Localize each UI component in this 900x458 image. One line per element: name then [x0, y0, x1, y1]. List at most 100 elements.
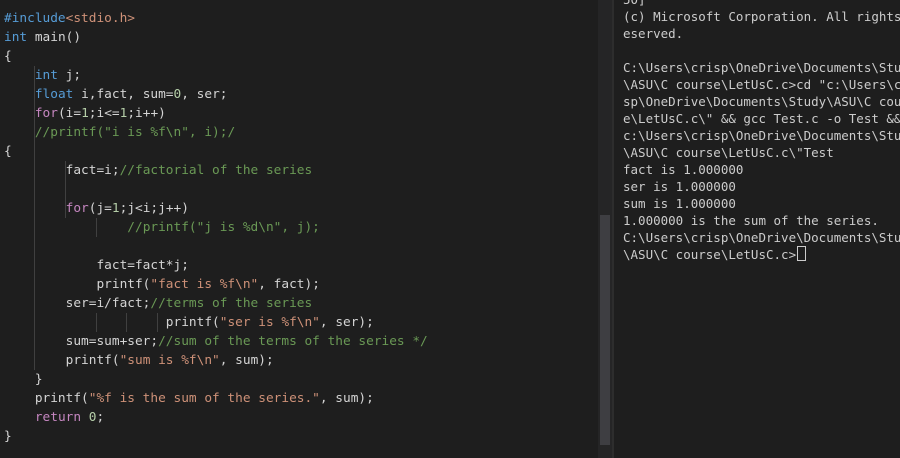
- terminal-line: C:\Users\crisp\OneDrive\Documents\Study: [623, 59, 900, 76]
- terminal-line-text: (c) Microsoft Corporation. All rights r: [623, 9, 900, 24]
- code-token: fact=i;: [4, 163, 120, 178]
- code-line: fact=i;//factorial of the series: [4, 161, 313, 180]
- code-token: main(): [27, 30, 82, 45]
- code-token: 0: [88, 410, 97, 425]
- code-token: , fact);: [258, 277, 320, 292]
- editor-scrollbar-thumb[interactable]: [600, 215, 610, 445]
- code-token: int: [4, 30, 28, 45]
- terminal-line-text: C:\Users\crisp\OneDrive\Documents\Study: [623, 60, 900, 75]
- terminal-line-text: eserved.: [623, 26, 684, 41]
- terminal-line-text: sum is 1.000000: [623, 196, 736, 211]
- terminal-line-text: \ASU\C course\LetUsC.c\"Test: [623, 145, 834, 160]
- terminal-line: fact is 1.000000: [623, 161, 743, 178]
- terminal-line-text: c:\Users\crisp\OneDrive\Documents\Study: [623, 128, 900, 143]
- terminal-line: C:\Users\crisp\OneDrive\Documents\Study: [623, 229, 900, 246]
- terminal-line: c:\Users\crisp\OneDrive\Documents\Study: [623, 127, 900, 144]
- code-line: ser=i/fact;//terms of the series: [4, 294, 313, 313]
- code-token: , ser;: [181, 87, 228, 102]
- code-line: printf("ser is %f\n", ser);: [4, 313, 374, 332]
- code-token: printf(: [4, 353, 120, 368]
- terminal-cursor: [797, 246, 807, 261]
- code-token: , ser);: [319, 315, 374, 330]
- terminal-line: \ASU\C course\LetUsC.c\"Test: [623, 144, 834, 161]
- code-line: for(i=1;i<=1;i++): [4, 104, 166, 123]
- code-token: ;: [96, 410, 105, 425]
- code-line: int j;: [4, 66, 81, 85]
- terminal-line-text: 50]: [623, 0, 646, 7]
- terminal-line: sp\OneDrive\Documents\Study\ASU\C cours: [623, 93, 900, 110]
- code-token: sum=sum+ser;: [4, 334, 159, 349]
- code-token: ;i++): [127, 106, 166, 121]
- code-token: "ser is %f\n": [219, 315, 320, 330]
- code-token: int: [34, 68, 58, 83]
- code-token: (i=: [57, 106, 82, 121]
- code-line: printf("sum is %f\n", sum);: [4, 351, 274, 370]
- terminal-line-text: 1.000000 is the sum of the series.: [623, 213, 879, 228]
- code-token: }: [4, 429, 12, 444]
- code-line: fact=fact*j;: [4, 256, 189, 275]
- code-token: //terms of the series: [150, 296, 313, 311]
- code-token: <stdio.h>: [65, 11, 135, 26]
- editor-scrollbar[interactable]: [598, 0, 612, 458]
- code-token: for: [65, 201, 89, 216]
- code-token: , sum);: [219, 353, 274, 368]
- code-token: #include: [4, 11, 66, 26]
- terminal-line-text: e\LetUsC.c\" && gcc Test.c -o Test && ": [623, 111, 900, 126]
- code-token: "%f is the sum of the series.": [88, 391, 320, 406]
- code-token: 1: [111, 201, 120, 216]
- code-token: i,fact, sum=: [73, 87, 174, 102]
- terminal-line: 50]: [623, 0, 646, 8]
- code-token: fact=fact*j;: [4, 258, 189, 273]
- code-token: //printf("j is %d\n", j);: [127, 220, 320, 235]
- code-line: for(j=1;j<i;j++): [4, 199, 189, 218]
- code-line: float i,fact, sum=0, ser;: [4, 85, 228, 104]
- terminal-line: \ASU\C course\LetUsC.c>: [623, 246, 807, 263]
- code-token: printf(: [4, 315, 220, 330]
- code-token: j;: [57, 68, 82, 83]
- terminal-line-text: fact is 1.000000: [623, 162, 744, 177]
- terminal-line: (c) Microsoft Corporation. All rights r: [623, 8, 900, 25]
- code-token: {: [4, 144, 12, 159]
- code-line: int main(): [4, 28, 81, 47]
- code-line: //printf("i is %f\n", i);/: [4, 123, 235, 142]
- code-line: printf("%f is the sum of the series.", s…: [4, 389, 374, 408]
- code-token: {: [4, 49, 12, 64]
- code-token: return: [34, 410, 82, 425]
- code-line: }: [4, 427, 12, 446]
- code-line: //printf("j is %d\n", j);: [4, 218, 320, 237]
- code-line: #include<stdio.h>: [4, 9, 135, 28]
- code-token: for: [34, 106, 58, 121]
- code-token: ;i<=: [88, 106, 120, 121]
- code-token: float: [34, 87, 74, 102]
- terminal-line-text: sp\OneDrive\Documents\Study\ASU\C cours: [623, 94, 900, 109]
- terminal-line: e\LetUsC.c\" && gcc Test.c -o Test && ": [623, 110, 900, 127]
- terminal-line-text: \ASU\C course\LetUsC.c>: [623, 247, 797, 262]
- code-token: }: [4, 372, 43, 387]
- terminal-line-text: ser is 1.000000: [623, 179, 736, 194]
- terminal-line-text: \ASU\C course\LetUsC.c>cd "c:\Users\cri: [623, 77, 900, 92]
- code-token: ser=i/fact;: [4, 296, 151, 311]
- code-token: //factorial of the series: [119, 163, 313, 178]
- code-line: return 0;: [4, 408, 104, 427]
- code-line: }: [4, 370, 43, 389]
- code-line: printf("fact is %f\n", fact);: [4, 275, 320, 294]
- code-token: //sum of the terms of the series */: [158, 334, 428, 349]
- code-token: (j=: [88, 201, 112, 216]
- code-token: printf(: [4, 391, 89, 406]
- code-token: 1: [81, 106, 89, 121]
- code-editor[interactable]: #include<stdio.h> int main(){ int j; floa…: [0, 0, 598, 458]
- terminal-line: eserved.: [623, 25, 683, 42]
- code-line: {: [4, 47, 12, 66]
- terminal-panel[interactable]: 50] (c) Microsoft Corporation. All rights…: [614, 0, 900, 458]
- terminal-line: sum is 1.000000: [623, 195, 736, 212]
- code-token: ;j<i;j++): [119, 201, 189, 216]
- code-token: //printf("i is %f\n", i);/: [34, 125, 236, 140]
- code-line: {: [4, 142, 12, 161]
